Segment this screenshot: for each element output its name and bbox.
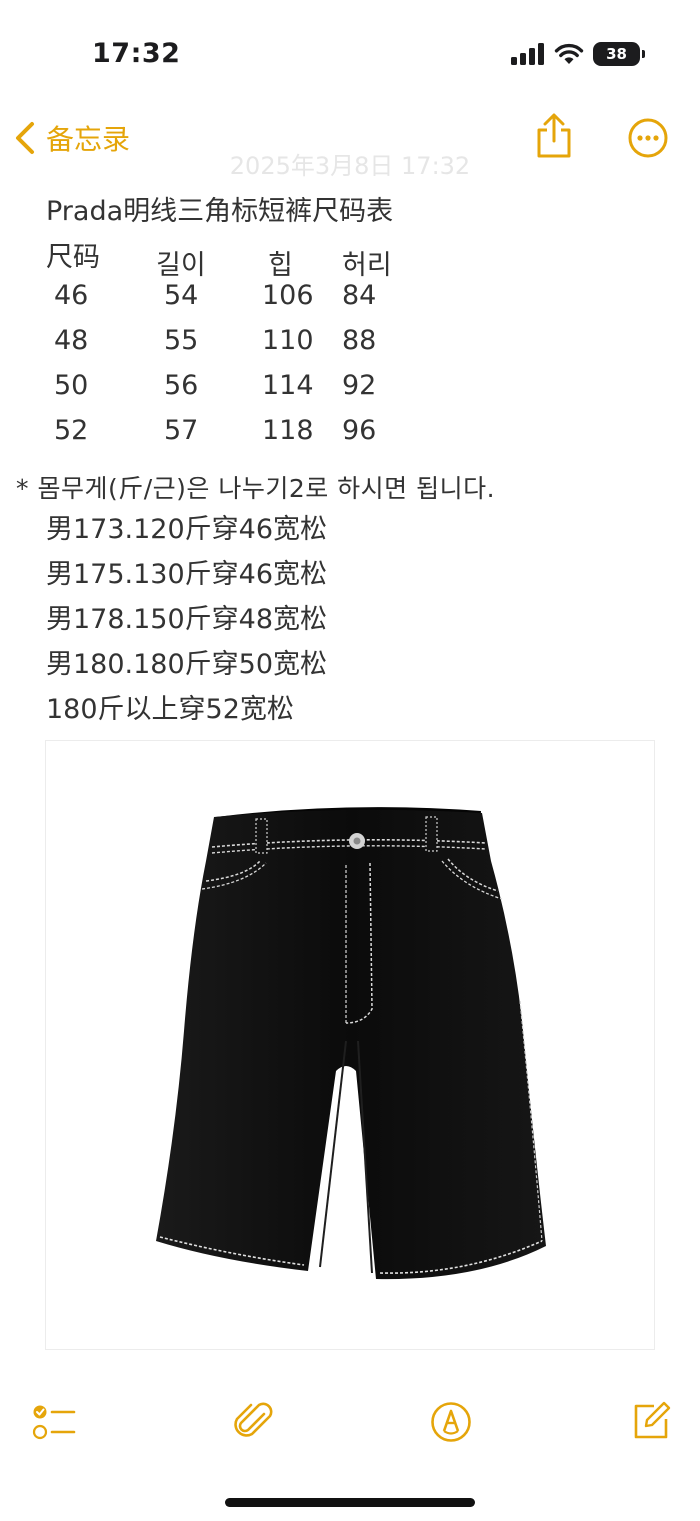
header-length: 길이	[156, 250, 206, 281]
recommendation-line: 男178.150斤穿48宽松	[46, 604, 328, 635]
weight-note[interactable]: * 몸무게(斤/근)은 나누기2로 하시면 됩니다.	[16, 469, 495, 505]
table-cell: 55	[164, 325, 199, 356]
table-cell: 88	[342, 325, 377, 356]
recommendation-line: 男175.130斤穿46宽松	[46, 559, 328, 590]
checklist-button[interactable]	[32, 1402, 76, 1446]
compose-icon	[634, 1401, 671, 1439]
table-cell: 56	[164, 370, 199, 401]
recommendation-line: 男180.180斤穿50宽松	[46, 649, 328, 680]
home-indicator[interactable]	[225, 1498, 475, 1507]
header-waist: 허리	[342, 250, 392, 281]
table-cell: 118	[262, 415, 314, 446]
compose-button[interactable]	[630, 1400, 672, 1446]
table-cell: 48	[54, 325, 89, 356]
cellular-signal-icon	[511, 43, 544, 65]
table-cell: 52	[54, 415, 89, 446]
black-shorts-image	[156, 807, 546, 1280]
table-cell: 54	[164, 280, 199, 311]
note-title[interactable]: Prada明线三角标短裤尺码表	[46, 189, 393, 228]
status-icons: 38	[511, 42, 645, 66]
attachment-button[interactable]	[234, 1400, 274, 1448]
paperclip-icon	[234, 1402, 273, 1437]
table-cell: 50	[54, 370, 89, 401]
table-cell: 84	[342, 280, 377, 311]
size-recommendations[interactable]: 男173.120斤穿46宽松 男175.130斤穿46宽松 男178.150斤穿…	[46, 507, 327, 732]
more-icon	[628, 118, 668, 158]
table-cell: 96	[342, 415, 377, 446]
markup-pen-icon	[431, 1402, 471, 1442]
markup-button[interactable]	[430, 1401, 472, 1447]
battery-level: 38	[606, 45, 627, 63]
recommendation-line: 男173.120斤穿46宽松	[46, 514, 328, 545]
share-button[interactable]	[533, 113, 575, 163]
wifi-icon	[554, 43, 584, 64]
table-cell: 114	[262, 370, 314, 401]
table-cell: 57	[164, 415, 199, 446]
more-button[interactable]	[628, 118, 668, 162]
table-cell: 110	[262, 325, 314, 356]
recommendation-line: 180斤以上穿52宽松	[46, 694, 294, 725]
table-cell: 46	[54, 280, 89, 311]
share-icon	[537, 113, 571, 158]
battery-icon: 38	[593, 42, 645, 66]
table-cell: 92	[342, 370, 377, 401]
header-hip: 힙	[268, 250, 293, 281]
note-date: 2025年3月8日 17:32	[229, 152, 471, 180]
checklist-icon	[32, 1405, 76, 1440]
status-time: 17:32	[92, 38, 181, 69]
table-cell: 106	[262, 280, 314, 311]
shorts-photo[interactable]	[45, 740, 655, 1350]
header-size: 尺码	[46, 242, 100, 273]
